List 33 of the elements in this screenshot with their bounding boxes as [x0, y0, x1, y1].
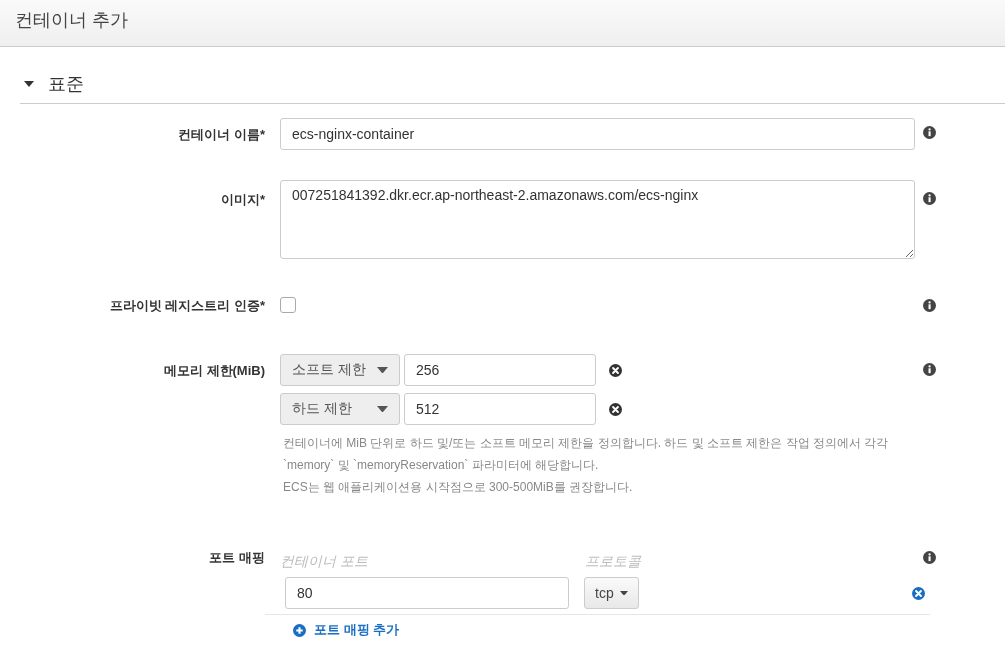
field-label: 이미지*: [219, 191, 265, 209]
info-icon[interactable]: [923, 192, 936, 205]
limit-type-dropdown[interactable]: 하드 제한: [280, 393, 400, 425]
text-area[interactable]: 007251841392.dkr.ecr.ap-northeast-2.amazonaws.com/ecs-nginx: [280, 180, 915, 259]
checkbox[interactable]: [280, 297, 296, 313]
add-icon: [293, 623, 306, 637]
info-icon[interactable]: [923, 299, 936, 312]
section-title: 표준: [48, 73, 84, 96]
remove-icon[interactable]: [609, 402, 622, 416]
column-header: 컨테이너 포트: [280, 553, 369, 571]
section-header[interactable]: 표준: [20, 69, 1005, 104]
text-field[interactable]: ecs-nginx-container: [280, 118, 915, 150]
caret-icon: [619, 590, 628, 596]
caret-icon: [377, 405, 388, 413]
limit-type-dropdown[interactable]: 소프트 제한: [280, 354, 400, 386]
help-text: 컨테이너에 MiB 단위로 하드 및/또는 소프트 메모리 제한을 정의합니다. 하드 및 소프트 제한은 작업 정의에서 각각 `memory` 및 `memoryReservation` 파라미터에 해당합니다. ECS는 웹 애플리케이션용 시작점으로 300-500MiB를 권장합니다.: [283, 435, 890, 496]
field-label: 컨테이너 이름*: [177, 126, 265, 144]
field-label: 프라이빗 레지스트리 인증*: [108, 297, 265, 315]
page-title: 컨테이너 추가: [15, 9, 128, 32]
info-icon[interactable]: [923, 363, 936, 376]
field-label: 메모리 제한(MiB): [162, 362, 265, 380]
limit-value-field[interactable]: 256: [404, 354, 596, 386]
protocol-dropdown[interactable]: tcp: [584, 577, 639, 609]
column-header: 프로토콜: [585, 553, 642, 571]
remove-icon[interactable]: [609, 363, 622, 377]
port-field[interactable]: 80: [285, 577, 569, 609]
info-icon[interactable]: [923, 551, 936, 564]
info-icon[interactable]: [923, 126, 936, 139]
add-port-mapping-link[interactable]: 포트 매핑 추가: [293, 621, 400, 639]
limit-value-field[interactable]: 512: [404, 393, 596, 425]
caret-icon: [24, 81, 34, 87]
caret-icon: [377, 366, 388, 374]
field-label: 포트 매핑: [208, 549, 265, 567]
